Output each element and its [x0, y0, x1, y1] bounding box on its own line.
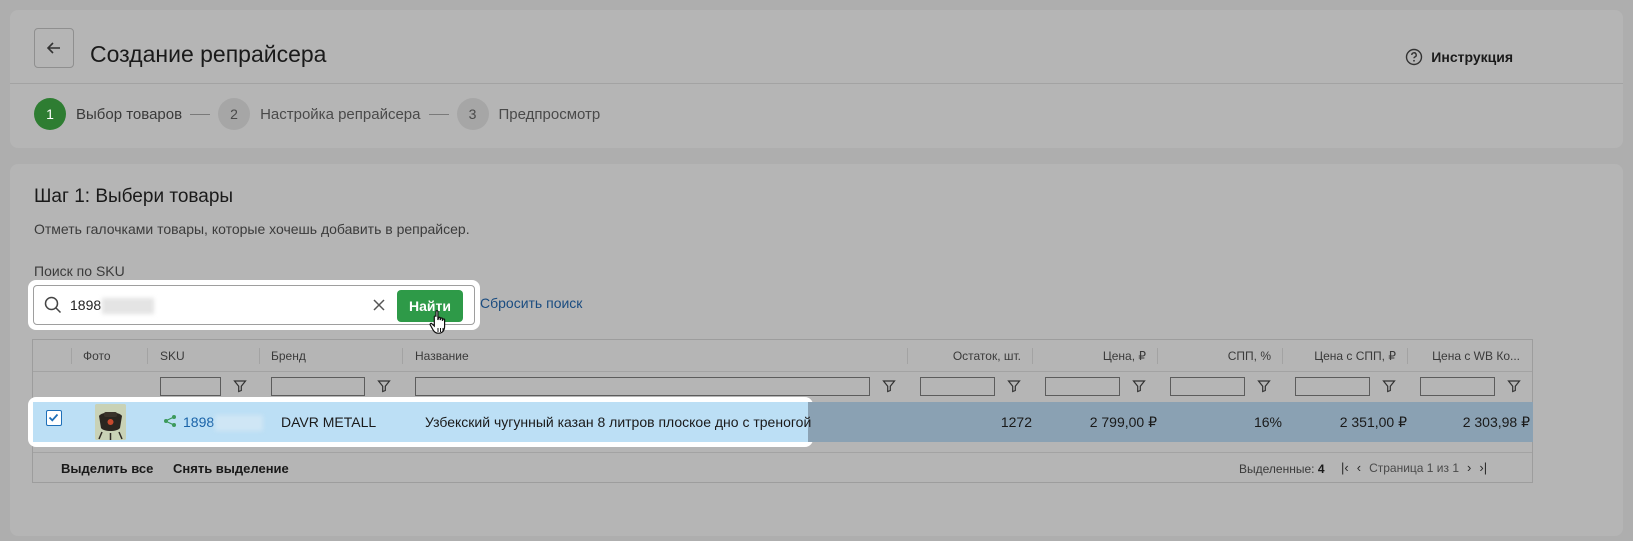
search-icon	[44, 296, 62, 314]
column-separator	[259, 348, 260, 364]
spp-cell: 16%	[1253, 414, 1282, 430]
column-separator	[1282, 348, 1283, 364]
column-separator	[147, 348, 148, 364]
hand-cursor-icon	[429, 310, 446, 334]
filter-icon[interactable]	[1132, 379, 1146, 393]
price-spp-cell: 2 351,00 ₽	[1339, 414, 1407, 430]
selected-count: Выделенные: 4	[1239, 462, 1325, 476]
pagination: |‹ ‹ Страница 1 из 1 › ›|	[1341, 460, 1487, 475]
product-image-icon	[95, 404, 126, 440]
spp-filter-input[interactable]	[1170, 377, 1245, 396]
price-wb-filter-input[interactable]	[1420, 377, 1495, 396]
column-header-price[interactable]: Цена, ₽	[1103, 349, 1146, 363]
column-header-sku[interactable]: SKU	[160, 349, 185, 363]
table-header: Фото SKU Бренд Название Остаток, шт. Цен…	[33, 340, 1532, 372]
column-header-photo: Фото	[83, 349, 111, 363]
price-wb-cell: 2 303,98 ₽	[1462, 414, 1530, 430]
step-connector	[190, 113, 211, 115]
filter-icon[interactable]	[1007, 379, 1021, 393]
checkmark-icon	[48, 413, 59, 422]
brand-filter-input[interactable]	[271, 377, 365, 396]
filter-icon[interactable]	[882, 379, 896, 393]
blurred-text	[215, 415, 264, 432]
price-filter-input[interactable]	[1045, 377, 1120, 396]
filter-icon[interactable]	[233, 379, 247, 393]
step-1-label: Выбор товаров	[76, 105, 183, 123]
column-separator	[402, 348, 403, 364]
last-page-icon[interactable]: ›|	[1479, 460, 1487, 475]
stock-cell: 1272	[1000, 414, 1032, 430]
column-separator	[71, 348, 72, 364]
section-title: Шаг 1: Выбери товары	[34, 186, 234, 207]
back-button[interactable]	[34, 28, 74, 68]
table-row[interactable]: 1898 DAVR METALL Узбекский чугунный каза…	[33, 402, 1533, 442]
help-link[interactable]: Инструкция	[1405, 48, 1513, 66]
share-icon[interactable]	[163, 414, 177, 428]
column-separator	[907, 348, 908, 364]
row-checkbox[interactable]	[46, 410, 62, 426]
prev-page-icon[interactable]: ‹	[1357, 460, 1361, 475]
filter-icon[interactable]	[1507, 379, 1521, 393]
step-connector	[428, 113, 449, 115]
selected-count-value: 4	[1317, 462, 1325, 476]
close-icon[interactable]	[371, 297, 387, 313]
header-card: Создание репрайсера Инструкция 1 Выбор т…	[10, 10, 1623, 148]
column-separator	[1407, 348, 1408, 364]
main-card: Шаг 1: Выбери товары Отметь галочками то…	[10, 164, 1623, 536]
page-title: Создание репрайсера	[90, 41, 327, 67]
reset-search-link[interactable]: Сбросить поиск	[480, 295, 582, 311]
filter-icon[interactable]	[377, 379, 391, 393]
search-input[interactable]: 1898	[70, 297, 155, 315]
stock-filter-input[interactable]	[920, 377, 995, 396]
select-all-button[interactable]: Выделить все	[61, 461, 153, 476]
blurred-text	[102, 298, 155, 315]
help-label: Инструкция	[1431, 49, 1513, 65]
sku-link[interactable]: 1898	[183, 414, 264, 432]
column-header-stock[interactable]: Остаток, шт.	[953, 349, 1021, 363]
question-circle-icon	[1406, 48, 1423, 66]
price-spp-filter-input[interactable]	[1295, 377, 1370, 396]
deselect-button[interactable]: Снять выделение	[173, 461, 289, 476]
step-1-number: 1	[34, 98, 66, 130]
step-3[interactable]: 3 Предпросмотр	[456, 98, 601, 130]
step-3-label: Предпросмотр	[498, 105, 601, 123]
first-page-icon[interactable]: |‹	[1341, 460, 1349, 475]
filter-icon[interactable]	[1382, 379, 1396, 393]
selected-label: Выделенные:	[1239, 462, 1315, 476]
column-header-name[interactable]: Название	[415, 349, 469, 363]
sku-text: 1898	[183, 414, 215, 430]
column-header-brand[interactable]: Бренд	[271, 349, 306, 363]
header-divider	[10, 83, 1623, 84]
product-photo	[95, 404, 126, 440]
column-separator	[1032, 348, 1033, 364]
search-value-text: 1898	[70, 297, 102, 313]
step-2-number: 2	[218, 98, 251, 130]
column-header-spp[interactable]: СПП, %	[1228, 349, 1271, 363]
row-background	[808, 402, 1533, 442]
price-cell: 2 799,00 ₽	[1089, 414, 1157, 430]
sku-filter-input[interactable]	[160, 377, 221, 396]
search-label: Поиск по SKU	[34, 263, 125, 279]
column-header-price-spp[interactable]: Цена с СПП, ₽	[1314, 349, 1396, 363]
next-page-icon[interactable]: ›	[1467, 460, 1471, 475]
step-2[interactable]: 2 Настройка репрайсера	[218, 98, 421, 130]
step-1[interactable]: 1 Выбор товаров	[34, 98, 182, 130]
stepper: 1 Выбор товаров 2 Настройка репрайсера 3…	[34, 98, 600, 130]
step-2-label: Настройка репрайсера	[260, 105, 421, 123]
table-footer: Выделить все Снять выделение Выделенные:…	[33, 452, 1532, 484]
section-description: Отметь галочками товары, которые хочешь …	[34, 221, 470, 237]
sku-search-field[interactable]: 1898 Найти	[33, 285, 475, 325]
step-3-number: 3	[456, 98, 489, 130]
filter-icon[interactable]	[1257, 379, 1271, 393]
name-filter-input[interactable]	[415, 377, 870, 396]
column-separator	[1157, 348, 1158, 364]
brand-cell: DAVR METALL	[281, 414, 377, 430]
column-header-price-wb[interactable]: Цена с WB Ко...	[1432, 349, 1520, 363]
arrow-left-icon	[46, 42, 60, 54]
page-indicator: Страница 1 из 1	[1369, 460, 1460, 475]
name-cell: Узбекский чугунный казан 8 литров плоско…	[425, 414, 812, 430]
